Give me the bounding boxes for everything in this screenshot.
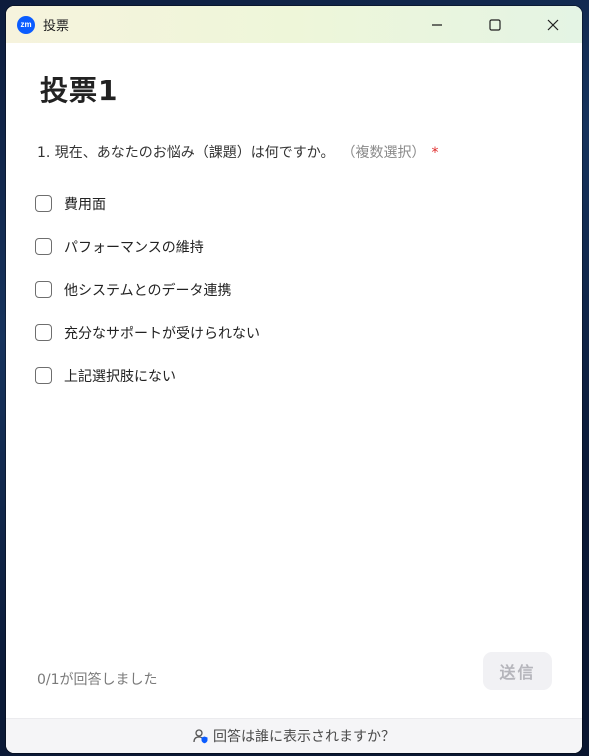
option-item[interactable]: 他システムとのデータ連携 [35,268,260,311]
minimize-button[interactable] [408,6,466,43]
submit-button[interactable]: 送信 [483,652,552,690]
required-mark: * [431,145,439,161]
option-checkbox[interactable] [35,195,52,212]
option-label: 費用面 [64,196,106,213]
window-controls [408,6,582,43]
option-list: 費用面 パフォーマンスの維持 他システムとのデータ連携 充分なサポートが受けられ… [35,182,260,397]
poll-window: zm 投票 投票1 1. 現在、あなたのお悩み（課題）は何ですか。 （複数選択）… [6,6,582,753]
response-count: 0/1が回答しました [37,672,158,688]
option-label: 他システムとのデータ連携 [64,282,232,299]
option-label: 上記選択肢にない [64,368,176,385]
question-text: 1. 現在、あなたのお悩み（課題）は何ですか。 （複数選択） * [37,142,439,162]
question-hint: （複数選択） [348,145,426,161]
close-icon [547,19,559,30]
zoom-logo-icon: zm [17,15,35,34]
title-bar[interactable]: zm 投票 [6,6,582,43]
poll-content: 投票1 1. 現在、あなたのお悩み（課題）は何ですか。 （複数選択） * 費用面 パ… [6,43,582,719]
visibility-info-text: 回答は誰に表示されますか？ [213,729,395,745]
option-item[interactable]: パフォーマンスの維持 [35,225,260,268]
option-checkbox[interactable] [35,367,52,384]
option-checkbox[interactable] [35,324,52,341]
window-title: 投票 [43,19,70,34]
maximize-icon [489,18,501,31]
minimize-icon [432,23,442,26]
option-item[interactable]: 充分なサポートが受けられない [35,311,260,354]
close-button[interactable] [524,6,582,43]
question-label: 1. 現在、あなたのお悩み（課題）は何ですか。 [37,145,335,161]
option-item[interactable]: 上記選択肢にない [35,354,260,397]
poll-title: 投票1 [40,74,119,107]
option-label: パフォーマンスの維持 [64,239,204,256]
option-checkbox[interactable] [35,238,52,255]
option-label: 充分なサポートが受けられない [64,325,260,342]
option-item[interactable]: 費用面 [35,182,260,225]
user-shield-icon [193,728,209,744]
option-checkbox[interactable] [35,281,52,298]
maximize-button[interactable] [466,6,524,43]
visibility-info-link[interactable]: 回答は誰に表示されますか？ [6,718,582,753]
